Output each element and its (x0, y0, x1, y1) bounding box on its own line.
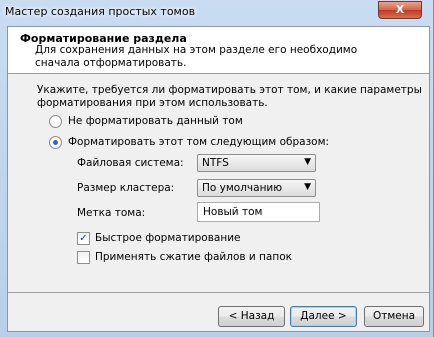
compression-checkbox-box[interactable] (77, 250, 90, 264)
close-icon: X (395, 3, 405, 16)
wizard-header: Форматирование раздела Для сохранения да… (8, 27, 429, 74)
chevron-down-icon: ▼ (304, 157, 311, 167)
radio-no-format-label: Не форматировать данный том (68, 115, 243, 127)
radio-no-format-indicator[interactable] (49, 114, 62, 128)
cluster-size-value: По умолчанию (202, 182, 283, 194)
title-bar[interactable]: Мастер создания простых томов X (0, 0, 434, 26)
compression-label: Применять сжатие файлов и папок (95, 251, 292, 263)
volume-label-input[interactable]: Новый том (197, 202, 320, 222)
radio-format-indicator[interactable] (49, 135, 62, 149)
cancel-button[interactable]: Отмена (364, 306, 424, 327)
wizard-window: Мастер создания простых томов X Форматир… (0, 0, 434, 337)
page-description: Для сохранения данных на этом разделе ег… (35, 44, 358, 69)
filesystem-label: Файловая система: (77, 157, 184, 169)
filesystem-select[interactable]: NTFS ▼ (197, 154, 316, 172)
radio-format[interactable]: Форматировать этот том следующим образом… (49, 135, 329, 149)
check-icon[interactable]: ✓ (77, 231, 90, 245)
compression-checkbox[interactable]: Применять сжатие файлов и папок (77, 250, 292, 264)
radio-format-label: Форматировать этот том следующим образом… (68, 136, 330, 148)
quick-format-checkbox[interactable]: ✓ Быстрое форматирование (77, 231, 241, 245)
cluster-size-label: Размер кластера: (77, 182, 175, 194)
wizard-client-area: Форматирование раздела Для сохранения да… (7, 26, 430, 332)
footer-divider (8, 292, 429, 293)
back-button[interactable]: < Назад (218, 306, 285, 327)
cluster-size-select[interactable]: По умолчанию ▼ (197, 179, 316, 197)
close-button[interactable]: X (378, 1, 422, 19)
window-title: Мастер создания простых томов (5, 5, 196, 18)
radio-no-format[interactable]: Не форматировать данный том (49, 114, 243, 128)
volume-label-label: Метка тома: (77, 207, 146, 219)
quick-format-label: Быстрое форматирование (95, 232, 241, 244)
chevron-down-icon: ▼ (304, 182, 311, 192)
filesystem-value: NTFS (202, 157, 229, 169)
instructions-text: Укажите, требуется ли форматировать этот… (37, 84, 422, 109)
next-button[interactable]: Далее > (290, 306, 357, 327)
volume-label-value: Новый том (203, 206, 263, 218)
